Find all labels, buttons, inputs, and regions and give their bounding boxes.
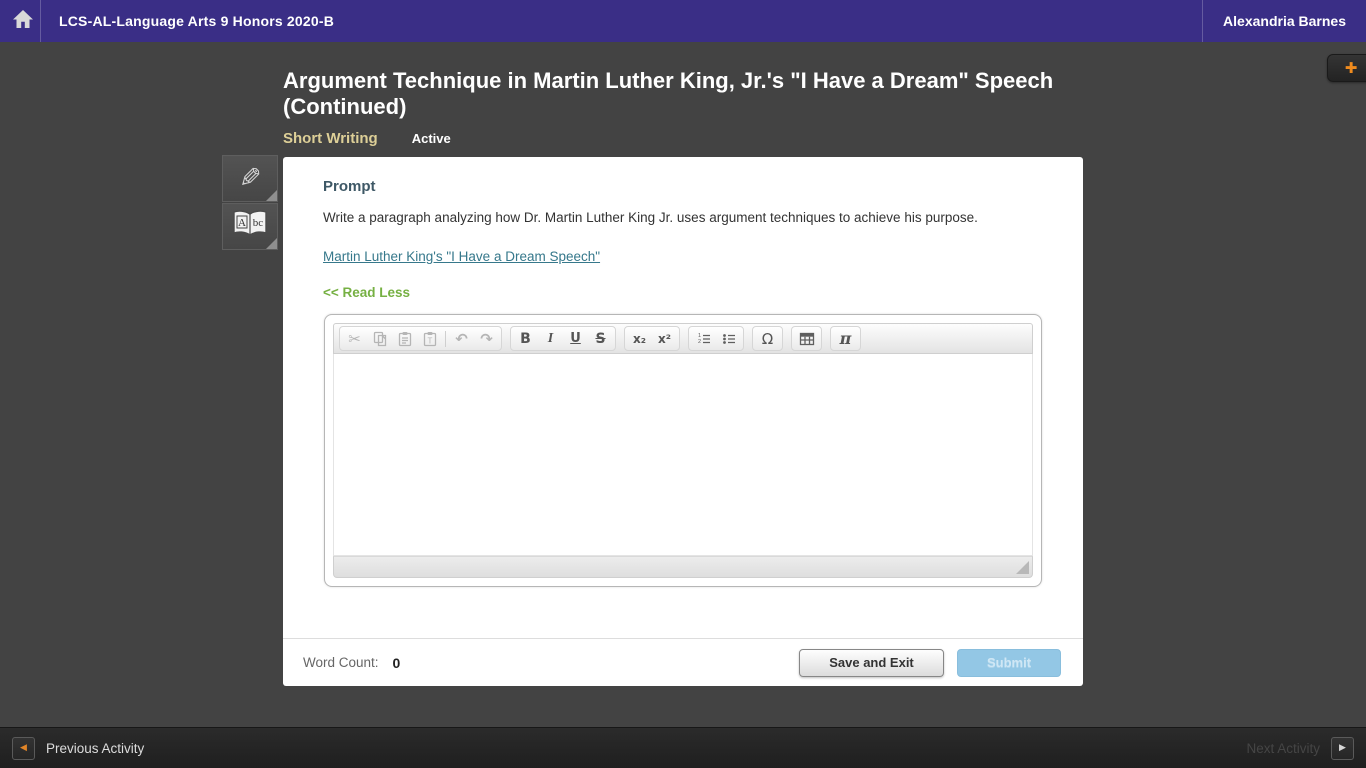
table-icon[interactable] [794, 328, 819, 349]
footer-bar: ◀ Previous Activity Next Activity ▶ [0, 727, 1366, 768]
math-icon[interactable]: π [833, 328, 858, 349]
word-count-label: Word Count: [303, 655, 379, 670]
previous-activity-label: Previous Activity [46, 740, 145, 756]
user-name[interactable]: Alexandria Barnes [1203, 13, 1366, 29]
bold-icon[interactable]: B [513, 328, 538, 349]
header-bar: LCS-AL-Language Arts 9 Honors 2020-B Ale… [0, 0, 1366, 42]
activity-type-label: Short Writing [283, 130, 378, 147]
strikethrough-icon[interactable]: S [588, 328, 613, 349]
paste-text-icon[interactable]: T [417, 328, 442, 349]
save-and-exit-button[interactable]: Save and Exit [799, 648, 944, 677]
copy-icon[interactable] [367, 328, 392, 349]
home-button[interactable] [6, 0, 40, 42]
svg-text:T: T [427, 336, 432, 345]
subscript-icon[interactable]: x₂ [627, 328, 652, 349]
read-less-link[interactable]: << Read Less [323, 285, 1043, 300]
previous-activity-button[interactable]: ◀ [12, 736, 35, 760]
home-icon [11, 7, 35, 36]
table-group [791, 326, 822, 351]
pencil-icon: ✎ [238, 163, 262, 194]
undo-icon[interactable]: ↶ [449, 328, 474, 349]
card-status-bar: Word Count: 0 Save and Exit Submit [283, 639, 1083, 686]
numbered-list-icon[interactable]: 12 [691, 328, 716, 349]
corner-fold [266, 238, 277, 249]
rich-text-editor: ✂ T ↶ ↷ B I U S x₂ x² 1 2 Ω π [324, 314, 1042, 587]
resize-handle[interactable] [1016, 561, 1029, 574]
course-title: LCS-AL-Language Arts 9 Honors 2020-B [59, 13, 335, 29]
specialchar-group: Ω [752, 326, 783, 351]
special-character-icon[interactable]: Ω [755, 328, 780, 349]
dictionary-icon: A bc [231, 209, 269, 244]
redo-icon[interactable]: ↷ [474, 328, 499, 349]
toolbar-separator [445, 330, 446, 347]
italic-icon[interactable]: I [538, 328, 563, 349]
resource-link[interactable]: Martin Luther King's "I Have a Dream Spe… [323, 249, 600, 264]
right-arrow-icon: ▶ [1339, 742, 1346, 753]
activity-card: Prompt Write a paragraph analyzing how D… [283, 157, 1083, 686]
math-group: π [830, 326, 861, 351]
dictionary-tool-button[interactable]: A bc [222, 203, 278, 250]
left-arrow-icon: ◀ [20, 742, 27, 753]
next-activity-label: Next Activity [1246, 740, 1320, 756]
prompt-text: Write a paragraph analyzing how Dr. Mart… [323, 210, 978, 225]
svg-text:bc: bc [253, 217, 264, 229]
word-count-value: 0 [392, 654, 401, 671]
page-title: Argument Technique in Martin Luther King… [283, 68, 1054, 119]
underline-icon[interactable]: U [563, 328, 588, 349]
next-activity-button[interactable]: ▶ [1331, 736, 1354, 760]
corner-fold [266, 190, 277, 201]
editor-text-area[interactable] [333, 354, 1033, 556]
activity-header: Argument Technique in Martin Luther King… [283, 68, 1063, 147]
script-group: x₂ x² [624, 326, 680, 351]
tool-rail: ✎ A bc [222, 155, 278, 251]
list-group: 12 [688, 326, 744, 351]
prompt-heading: Prompt [323, 178, 376, 195]
basicstyles-group: B I U S [510, 326, 616, 351]
status-badge: Active [411, 131, 451, 146]
paste-icon[interactable] [392, 328, 417, 349]
editor-toolbar: ✂ T ↶ ↷ B I U S x₂ x² 1 2 Ω π [333, 323, 1033, 354]
add-button[interactable]: ✚ [1327, 54, 1366, 82]
header-divider [40, 0, 41, 42]
cut-icon[interactable]: ✂ [342, 328, 367, 349]
editor-bottom-bar [333, 556, 1033, 578]
bullet-list-icon[interactable] [716, 328, 741, 349]
plus-icon: ✚ [1344, 59, 1358, 77]
svg-text:A: A [238, 217, 246, 229]
submit-button[interactable]: Submit [957, 648, 1061, 677]
svg-text:2: 2 [698, 339, 701, 345]
superscript-icon[interactable]: x² [652, 328, 677, 349]
clipboard-group: ✂ T ↶ ↷ [339, 326, 502, 351]
highlighter-tool-button[interactable]: ✎ [222, 155, 278, 202]
